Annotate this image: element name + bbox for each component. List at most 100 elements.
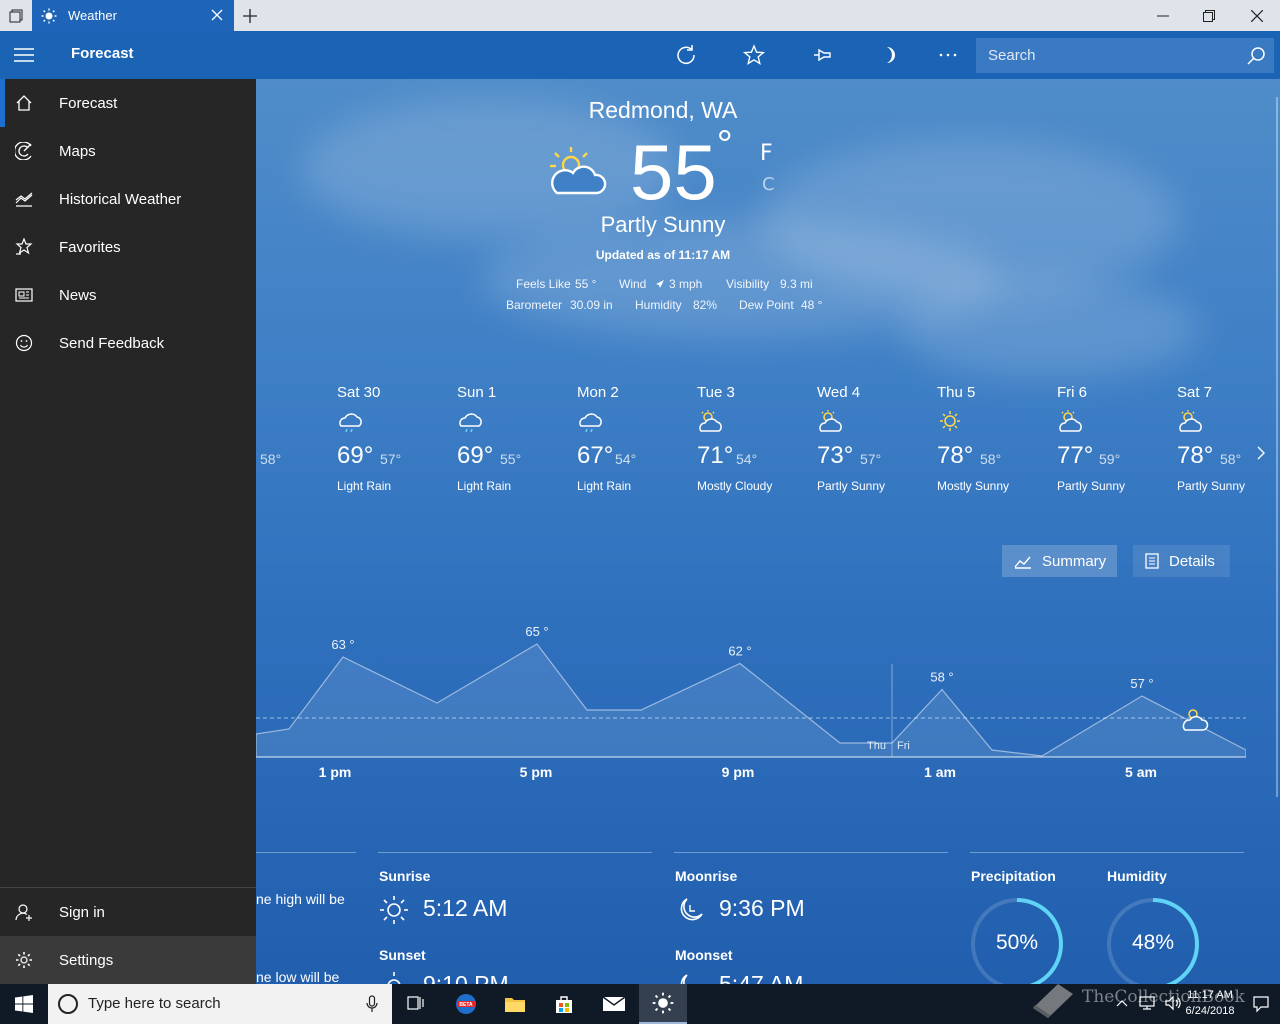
day-condition: Partly Sunny bbox=[1057, 479, 1126, 493]
current-temperature: 55° bbox=[630, 125, 733, 211]
moon-icon[interactable] bbox=[878, 43, 902, 67]
day-forecast-item[interactable]: Mon 2 67° 54° Light Rain bbox=[577, 384, 687, 493]
taskbar: Type here to search BETA TheCollectionBo… bbox=[0, 984, 1280, 1024]
rain-cloud-icon bbox=[579, 413, 602, 432]
unit-fahrenheit[interactable]: F bbox=[760, 141, 773, 166]
refresh-icon[interactable] bbox=[674, 43, 698, 67]
visibility-label: Visibility bbox=[726, 277, 770, 291]
temperature-value: 55 bbox=[630, 128, 717, 216]
sidebar-item-favorites[interactable]: Favorites bbox=[0, 223, 256, 271]
smiley-icon bbox=[14, 333, 34, 353]
rain-cloud-icon bbox=[459, 413, 482, 432]
day-forecast-item[interactable]: Fri 6 77° 59° Partly Sunny bbox=[1057, 384, 1167, 493]
tab-title: Weather bbox=[68, 8, 117, 23]
pin-icon[interactable] bbox=[810, 43, 834, 67]
search-input[interactable] bbox=[976, 38, 1236, 73]
day-low: 54° bbox=[615, 451, 637, 467]
network-icon[interactable] bbox=[1138, 995, 1156, 1011]
day-high: 69° bbox=[457, 442, 494, 469]
day-forecast-item[interactable]: Thu 5 78° 58° Mostly Sunny bbox=[937, 384, 1047, 493]
store-icon[interactable] bbox=[540, 984, 588, 1024]
day-high: 71° bbox=[697, 442, 734, 469]
moonrise-icon bbox=[680, 898, 703, 921]
taskbar-search[interactable]: Type here to search bbox=[48, 984, 392, 1024]
day-name: Mon 2 bbox=[577, 384, 619, 401]
person-icon bbox=[14, 902, 34, 922]
close-tab-icon[interactable] bbox=[210, 8, 224, 22]
minimize-button[interactable] bbox=[1140, 0, 1186, 31]
unit-celsius[interactable]: C bbox=[762, 174, 775, 195]
sidebar-item-label: Favorites bbox=[59, 238, 121, 256]
day-forecast-item[interactable]: Sat 30 69° 57° Light Rain bbox=[337, 384, 447, 493]
day-condition: Light Rain bbox=[577, 479, 632, 493]
system-tray: TheCollectionBook 11:17 AM 6/24/2018 bbox=[1020, 984, 1280, 1024]
edge-beta-icon[interactable]: BETA bbox=[442, 984, 490, 1024]
divider bbox=[970, 852, 1244, 853]
day-condition: Mostly Cloudy bbox=[697, 479, 773, 493]
sidebar-item-settings[interactable]: Settings bbox=[0, 936, 256, 984]
search-icon[interactable] bbox=[1246, 46, 1266, 66]
temperature-point-label: 58 ° bbox=[930, 670, 953, 685]
sun-icon bbox=[940, 411, 960, 431]
scrollbar[interactable] bbox=[1276, 97, 1278, 797]
rain-cloud-icon bbox=[339, 413, 362, 432]
weather-app-icon[interactable] bbox=[639, 984, 687, 1024]
mail-icon[interactable] bbox=[590, 984, 638, 1024]
summary-button[interactable]: Summary bbox=[1002, 545, 1117, 577]
day-label-thu: Thu bbox=[867, 740, 886, 752]
star-list-icon bbox=[14, 237, 34, 257]
more-options-icon[interactable] bbox=[936, 43, 960, 67]
sidebar-item-sign-in[interactable]: Sign in bbox=[0, 888, 256, 936]
day-name: Sat 7 bbox=[1177, 384, 1213, 401]
clock-date: 6/24/2018 bbox=[1185, 1005, 1235, 1017]
city-name: Redmond, WA bbox=[588, 97, 738, 123]
task-view-icon[interactable] bbox=[392, 984, 440, 1024]
page-title: Forecast bbox=[71, 45, 134, 62]
x-tick-label: 9 pm bbox=[721, 764, 755, 780]
favorite-star-icon[interactable] bbox=[742, 43, 766, 67]
task-view-icon[interactable] bbox=[0, 0, 32, 31]
day-forecast-item[interactable]: Sat 7 78° 58° Partly Sunny bbox=[1177, 384, 1280, 493]
day-forecast-item[interactable]: Tue 3 71° 54° Mostly Cloudy bbox=[697, 384, 807, 493]
day-high: 78° bbox=[937, 442, 974, 469]
day-condition: Mostly Sunny bbox=[937, 479, 1010, 493]
wind-label: Wind bbox=[619, 277, 647, 291]
sidebar-item-forecast[interactable]: Forecast bbox=[0, 79, 256, 127]
sidebar-item-maps[interactable]: Maps bbox=[0, 127, 256, 175]
windows-logo-icon bbox=[15, 995, 33, 1013]
day-high: 78° bbox=[1177, 442, 1214, 469]
chevron-up-icon[interactable] bbox=[1116, 998, 1128, 1008]
sidebar-item-send-feedback[interactable]: Send Feedback bbox=[0, 319, 256, 367]
wind-value: 3 mph bbox=[669, 277, 703, 291]
temperature-point-label: 63 ° bbox=[331, 637, 354, 652]
day-name: Sun 1 bbox=[457, 384, 497, 401]
dew-point-label: Dew Point bbox=[739, 298, 794, 312]
sidebar-item-news[interactable]: News bbox=[0, 271, 256, 319]
details-button[interactable]: Details bbox=[1133, 545, 1230, 577]
barometer-value: 30.09 in bbox=[570, 298, 613, 312]
app-header: Forecast bbox=[0, 31, 1280, 79]
close-window-button[interactable] bbox=[1234, 0, 1280, 31]
search-box[interactable] bbox=[976, 38, 1274, 73]
day-forecast-item[interactable]: Sun 1 69° 55° Light Rain bbox=[457, 384, 567, 493]
chevron-right-icon[interactable] bbox=[1254, 445, 1268, 461]
start-button[interactable] bbox=[0, 984, 48, 1024]
sidebar-item-label: Forecast bbox=[59, 94, 118, 112]
radar-icon bbox=[14, 141, 34, 161]
new-tab-icon[interactable] bbox=[241, 7, 259, 25]
action-center-icon[interactable] bbox=[1252, 995, 1270, 1013]
day-forecast-item[interactable]: Wed 4 73° 57° Partly Sunny bbox=[817, 384, 927, 493]
microphone-icon[interactable] bbox=[366, 995, 378, 1013]
tab-weather[interactable]: Weather bbox=[32, 0, 234, 31]
hamburger-menu-icon[interactable] bbox=[12, 43, 36, 67]
precipitation-value: 50% bbox=[995, 931, 1039, 954]
day-name: Fri 6 bbox=[1057, 384, 1087, 401]
restore-button[interactable] bbox=[1186, 0, 1232, 31]
file-explorer-icon[interactable] bbox=[491, 984, 539, 1024]
sidebar-item-historical-weather[interactable]: Historical Weather bbox=[0, 175, 256, 223]
home-icon bbox=[14, 93, 34, 113]
x-tick-label: 5 pm bbox=[519, 764, 553, 780]
clock[interactable]: 11:17 AM 6/24/2018 bbox=[1180, 987, 1240, 1019]
day-high: 69° bbox=[337, 442, 374, 469]
day-high: 67° bbox=[577, 442, 614, 469]
